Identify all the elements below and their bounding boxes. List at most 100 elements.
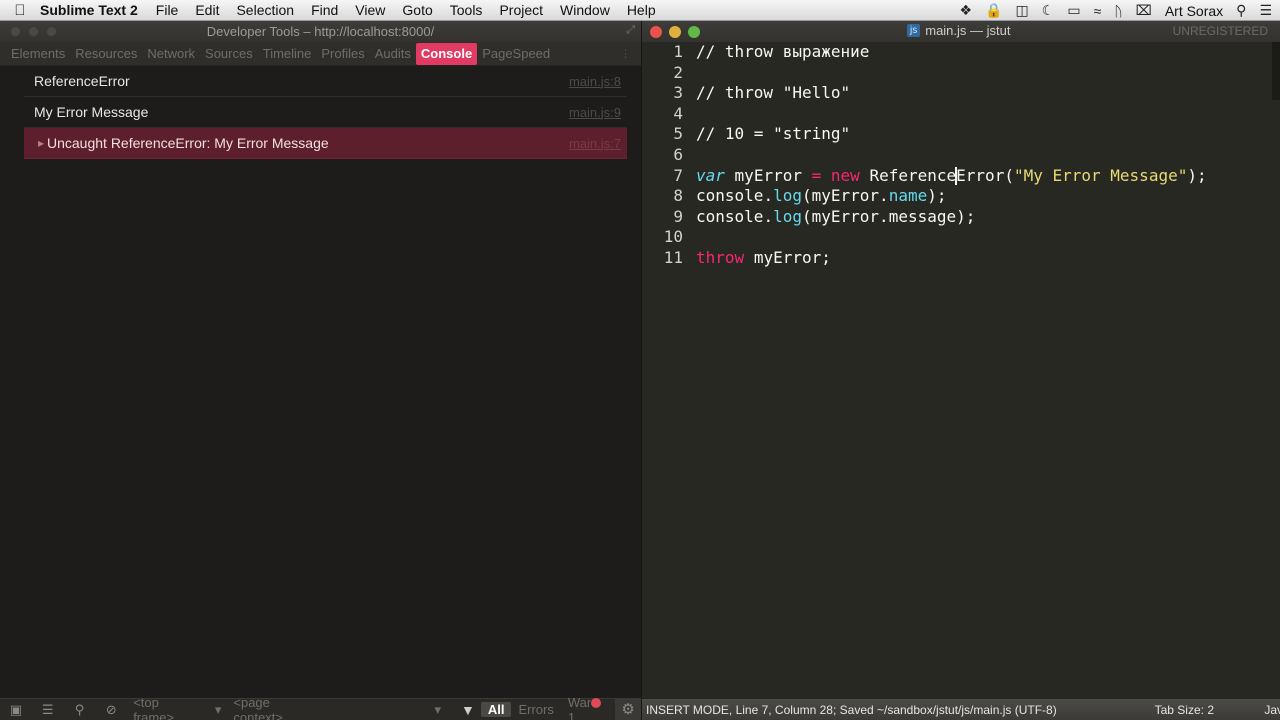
- code-line-current[interactable]: 7 var myError = new ReferenceError("My E…: [642, 166, 1280, 187]
- dock-icon[interactable]: ⋮: [620, 47, 631, 60]
- line-number: 7: [673, 165, 683, 185]
- dock-to-main-icon[interactable]: ▣: [0, 702, 32, 718]
- tab-elements[interactable]: Elements: [6, 43, 70, 65]
- apple-menu-icon[interactable]: : [0, 2, 40, 19]
- menu-file[interactable]: File: [156, 2, 179, 18]
- code-line[interactable]: 8 console.log(myError.name);: [642, 186, 1280, 207]
- minimap-scrollbar[interactable]: [1272, 42, 1280, 100]
- window-toggle-icon[interactable]: ◫: [1016, 2, 1029, 19]
- line-number: 8: [673, 186, 683, 206]
- context-select[interactable]: <page context>: [227, 695, 328, 720]
- zoom-window-button[interactable]: [688, 25, 700, 38]
- console-error-message[interactable]: ▶ Uncaught ReferenceError: My Error Mess…: [24, 128, 627, 159]
- tab-console[interactable]: Console: [415, 42, 478, 65]
- filter-warnings[interactable]: War1: [561, 695, 615, 720]
- tab-network[interactable]: Network: [142, 43, 200, 65]
- menu-window[interactable]: Window: [560, 2, 610, 18]
- sublime-editor-window: js main.js — jstut UNREGISTERED 1 // thr…: [641, 21, 1280, 720]
- wifi-icon[interactable]: ≈: [1094, 3, 1102, 19]
- bluetooth-icon[interactable]: ᚢ: [1114, 3, 1122, 19]
- console-source-link[interactable]: main.js:7: [569, 136, 621, 151]
- user-name[interactable]: Art Sorax: [1165, 3, 1223, 19]
- console-error-text: Uncaught ReferenceError: My Error Messag…: [47, 135, 329, 151]
- code-text[interactable]: console.log(myError.name);: [696, 186, 946, 207]
- airplay-icon[interactable]: ▭: [1067, 2, 1080, 19]
- console-source-link[interactable]: main.js:8: [569, 74, 621, 89]
- editor-title-text: main.js — jstut: [925, 23, 1011, 38]
- filter-all[interactable]: All: [480, 702, 512, 717]
- code-line[interactable]: 5 // 10 = "string": [642, 124, 1280, 145]
- editor-status-bar: INSERT MODE, Line 7, Column 28; Saved ~/…: [642, 698, 1280, 720]
- dropbox-icon[interactable]: ❖: [960, 2, 973, 19]
- tab-sources[interactable]: Sources: [200, 43, 258, 65]
- input-source-icon[interactable]: ⌧: [1136, 2, 1152, 19]
- menu-edit[interactable]: Edit: [195, 2, 219, 18]
- frame-select-chevron-icon[interactable]: ▾: [209, 702, 228, 718]
- syntax-selector[interactable]: Jav: [1264, 703, 1280, 717]
- close-window-button[interactable]: [650, 25, 662, 38]
- menu-help[interactable]: Help: [627, 2, 656, 18]
- menu-selection[interactable]: Selection: [236, 2, 294, 18]
- console-message: ReferenceError main.js:8: [24, 66, 627, 97]
- console-source-link[interactable]: main.js:9: [569, 105, 621, 120]
- frame-select[interactable]: <top frame>: [127, 695, 209, 720]
- minimize-window-button[interactable]: [669, 25, 681, 38]
- code-line[interactable]: 4: [642, 104, 1280, 125]
- line-number: 2: [673, 62, 683, 82]
- tab-size-selector[interactable]: Tab Size: 2: [1155, 703, 1214, 717]
- line-number: 1: [673, 42, 683, 61]
- lock-icon[interactable]: 🔒: [985, 2, 1002, 19]
- line-number: 9: [673, 206, 683, 226]
- devtools-tab-bar: Elements Resources Network Sources Timel…: [0, 42, 641, 66]
- context-select-chevron-icon[interactable]: ▾: [428, 702, 447, 718]
- code-line[interactable]: 3 // throw "Hello": [642, 83, 1280, 104]
- code-line[interactable]: 9 console.log(myError.message);: [642, 207, 1280, 228]
- settings-gear-icon[interactable]: ⚙: [615, 699, 641, 720]
- code-line[interactable]: 1 // throw выражение: [642, 42, 1280, 63]
- unregistered-label: UNREGISTERED: [1172, 24, 1268, 38]
- tab-profiles[interactable]: Profiles: [316, 43, 369, 65]
- expand-triangle-icon[interactable]: ▶: [38, 139, 44, 148]
- developer-tools-window: Developer Tools – http://localhost:8000/…: [0, 21, 641, 720]
- console-message-text: ReferenceError: [34, 73, 130, 89]
- menu-find[interactable]: Find: [311, 2, 338, 18]
- menu-project[interactable]: Project: [499, 2, 543, 18]
- code-text[interactable]: // throw выражение: [696, 42, 869, 63]
- code-text[interactable]: console.log(myError.message);: [696, 207, 975, 228]
- filter-icon[interactable]: ▼: [461, 702, 475, 718]
- filter-errors[interactable]: Errors: [511, 702, 560, 717]
- code-text[interactable]: var myError = new ReferenceError("My Err…: [696, 166, 1207, 187]
- console-message: My Error Message main.js:9: [24, 97, 627, 128]
- tab-resources[interactable]: Resources: [70, 43, 142, 65]
- fullscreen-icon[interactable]: ⤢: [626, 24, 635, 37]
- menu-tools[interactable]: Tools: [450, 2, 483, 18]
- moon-icon[interactable]: ☾: [1042, 2, 1055, 19]
- tab-audits[interactable]: Audits: [370, 43, 416, 65]
- code-line[interactable]: 11 throw myError;: [642, 248, 1280, 269]
- error-count: 1: [567, 709, 576, 720]
- code-text[interactable]: // throw "Hello": [696, 83, 850, 104]
- line-number: 4: [673, 103, 683, 123]
- filter-warnings-label: War: [567, 694, 592, 710]
- spotlight-search-icon[interactable]: ⚲: [1236, 2, 1246, 19]
- tab-pagespeed[interactable]: PageSpeed: [477, 43, 555, 65]
- code-text[interactable]: throw myError;: [696, 248, 831, 269]
- editor-window-controls: [642, 25, 700, 38]
- tab-timeline[interactable]: Timeline: [258, 43, 317, 65]
- show-drawer-icon[interactable]: ☰: [32, 702, 64, 718]
- line-number: 3: [673, 83, 683, 103]
- menu-view[interactable]: View: [355, 2, 385, 18]
- error-badge-icon: [591, 698, 602, 709]
- clear-console-icon[interactable]: ⊘: [95, 702, 127, 718]
- code-line[interactable]: 2: [642, 63, 1280, 84]
- menu-bar:  Sublime Text 2 File Edit Selection Fin…: [0, 0, 1280, 21]
- menu-goto[interactable]: Goto: [402, 2, 432, 18]
- code-line[interactable]: 10: [642, 227, 1280, 248]
- notification-center-icon[interactable]: ☰: [1259, 2, 1272, 19]
- code-area[interactable]: 1 // throw выражение 2 3 // throw "Hello…: [642, 42, 1280, 698]
- line-number: 10: [663, 227, 683, 247]
- search-icon[interactable]: ⚲: [64, 702, 96, 718]
- menu-app-name[interactable]: Sublime Text 2: [40, 2, 138, 18]
- code-line[interactable]: 6: [642, 145, 1280, 166]
- code-text[interactable]: // 10 = "string": [696, 124, 850, 145]
